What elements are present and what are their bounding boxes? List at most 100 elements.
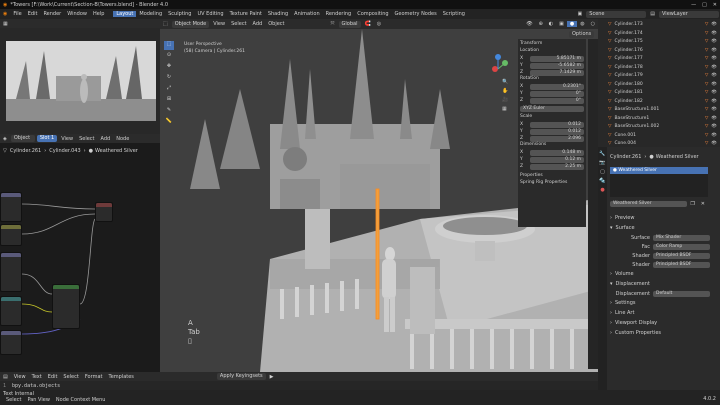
visibility-icon[interactable]: 👁	[711, 140, 717, 147]
outliner-item[interactable]: ▽ Cylinder.182 ▽ 👁	[598, 98, 720, 107]
property-value[interactable]: Principled BSDF	[653, 252, 710, 259]
rotate-tool-icon[interactable]: ↻	[164, 74, 174, 83]
visibility-icon[interactable]: 👁	[711, 132, 717, 141]
shader-node[interactable]	[0, 330, 22, 355]
outliner-item-name[interactable]: Cylinder.179	[614, 72, 642, 81]
workspace-tab[interactable]: Shading	[265, 11, 291, 17]
options-button[interactable]: Options	[569, 31, 595, 38]
section-line-art[interactable]: › Line Art	[610, 308, 718, 318]
material-tab-icon[interactable]: ●	[600, 187, 604, 193]
transform-orientation-icon[interactable]: ⤧	[328, 21, 338, 27]
text-menu-select[interactable]: Select	[60, 374, 81, 380]
property-value[interactable]: Mix Shader	[653, 234, 710, 241]
outliner-item[interactable]: ▽ Cylinder.175 ▽ 👁	[598, 38, 720, 47]
outliner-item-name[interactable]: Cylinder.181	[614, 89, 642, 98]
outliner-item[interactable]: ▽ Cylinder.174 ▽ 👁	[598, 30, 720, 39]
dimensions-x-field[interactable]: 0.148 m	[530, 149, 584, 156]
render-shading-icon[interactable]: ○	[588, 21, 598, 27]
location-y-field[interactable]: -5.6582 m	[530, 62, 584, 69]
perspective-toggle-icon[interactable]: ▦	[502, 106, 508, 112]
outliner-item[interactable]: ▽ Cone.001 ▽ 👁	[598, 132, 720, 141]
workspace-tab[interactable]: Modeling	[136, 11, 165, 17]
section-preview[interactable]: › Preview	[610, 213, 718, 223]
scale-tool-icon[interactable]: ⤢	[164, 85, 174, 94]
section-viewport-display[interactable]: › Viewport Display	[610, 318, 718, 328]
outliner-item-name[interactable]: BaseStructure1.001	[614, 106, 659, 115]
code-line[interactable]: bpy.data.objects	[9, 383, 63, 389]
visibility-icon[interactable]: 👁	[711, 21, 717, 30]
shader-node[interactable]	[0, 252, 22, 292]
minimize-icon[interactable]: —	[688, 2, 699, 8]
scale-y-field[interactable]: 0.012	[530, 128, 584, 135]
scale-x-field[interactable]: 0.012	[530, 121, 584, 128]
section-displacement[interactable]: ▾ Displacement	[610, 279, 718, 289]
text-menu-templates[interactable]: Templates	[105, 374, 136, 380]
snap-icon[interactable]: 🧲	[362, 21, 374, 27]
text-menu-edit[interactable]: Edit	[45, 374, 61, 380]
gizmo-icon[interactable]: ⊕	[536, 21, 546, 27]
outliner-item-name[interactable]: BaseStructure1.002	[614, 123, 659, 132]
mode-dropdown[interactable]: Object Mode	[171, 20, 210, 28]
outliner-item[interactable]: ▽ Cylinder.177 ▽ 👁	[598, 55, 720, 64]
text-menu-text[interactable]: Text	[29, 374, 45, 380]
dimensions-z-field[interactable]: 2.25 m	[530, 163, 584, 170]
outliner-item[interactable]: ▽ Cylinder.176 ▽ 👁	[598, 47, 720, 56]
viewport-menu-view[interactable]: View	[210, 21, 228, 27]
render-tab-icon[interactable]: 📷	[599, 160, 605, 166]
visibility-icon[interactable]: 👁	[711, 72, 717, 81]
outliner-item-name[interactable]: BaseStructure1	[614, 115, 649, 124]
scale-z-field[interactable]: 2.096	[530, 135, 584, 142]
outliner-item[interactable]: ▽ Cylinder.180 ▽ 👁	[598, 81, 720, 90]
rotation-y-field[interactable]: 0°	[530, 90, 584, 97]
visibility-icon[interactable]: 👁	[711, 106, 717, 115]
outliner-item-name[interactable]: Cylinder.178	[614, 64, 642, 73]
workspace-tab[interactable]: Texture Paint	[227, 11, 265, 17]
menu-render[interactable]: Render	[40, 11, 64, 17]
workspace-tab[interactable]: Sculpting	[165, 11, 194, 17]
visibility-icon[interactable]: 👁	[711, 89, 717, 98]
cursor-tool-icon[interactable]: ⊙	[164, 52, 174, 61]
section-surface[interactable]: ▾ Surface	[610, 223, 718, 233]
property-value[interactable]: Principled BSDF	[653, 261, 710, 268]
visibility-icon[interactable]: 👁	[523, 21, 535, 27]
outliner-item-name[interactable]: Cone.001	[614, 132, 636, 141]
pan-icon[interactable]: ✋	[502, 88, 508, 94]
outliner-item-name[interactable]: Cylinder.176	[614, 47, 642, 56]
section-label[interactable]: Volume	[615, 271, 634, 277]
visibility-icon[interactable]: 👁	[711, 47, 717, 56]
section-label[interactable]: Displacement	[616, 281, 650, 287]
transform-orientation-dropdown[interactable]: Global	[338, 20, 361, 28]
workspace-tab[interactable]: Rendering	[323, 11, 355, 17]
viewport-menu-add[interactable]: Add	[250, 21, 266, 27]
visibility-icon[interactable]: 👁	[711, 115, 717, 124]
visibility-icon[interactable]: 👁	[711, 30, 717, 39]
outliner-item[interactable]: ▽ Cylinder.181 ▽ 👁	[598, 89, 720, 98]
section-label[interactable]: Preview	[615, 215, 634, 221]
workspace-tab[interactable]: Layout	[113, 11, 137, 17]
rotation-mode-dropdown[interactable]: XYZ Euler	[520, 106, 584, 112]
menu-window[interactable]: Window	[64, 11, 90, 17]
select-tool-icon[interactable]: ⬚	[164, 41, 174, 50]
shader-node[interactable]	[52, 284, 80, 329]
apply-keyingsets-button[interactable]: Apply Keyingsets	[216, 373, 266, 380]
location-x-field[interactable]: 5.85171 m	[530, 55, 584, 62]
text-editor-icon[interactable]: ▤	[0, 374, 11, 380]
section-label[interactable]: Line Art	[615, 310, 634, 316]
outliner-item[interactable]: ▽ BaseStructure1.001 ▽ 👁	[598, 106, 720, 115]
3d-viewport[interactable]: ⬚ Object Mode View Select Add Object ⤧ Glob…	[160, 19, 598, 372]
outliner-item[interactable]: ▽ Cylinder.173 ▽ 👁	[598, 21, 720, 30]
outliner-item[interactable]: ▽ BaseStructure1 ▽ 👁	[598, 115, 720, 124]
view-layer-selector[interactable]: ViewLayer	[659, 10, 719, 18]
outliner-item[interactable]: ▽ Cone.004 ▽ 👁	[598, 140, 720, 147]
menu-file[interactable]: File	[10, 11, 24, 17]
unlink-material-icon[interactable]: ✕	[698, 201, 708, 207]
camera-view-icon[interactable]: 🎥	[502, 97, 508, 103]
visibility-icon[interactable]: 👁	[711, 81, 717, 90]
outliner-item-name[interactable]: Cylinder.177	[614, 55, 642, 64]
overlay-icon[interactable]: ◐	[546, 21, 556, 27]
visibility-icon[interactable]: 👁	[711, 64, 717, 73]
proportional-icon[interactable]: ◎	[374, 21, 384, 27]
outliner-item[interactable]: ▽ Cylinder.179 ▽ 👁	[598, 72, 720, 81]
duplicate-material-icon[interactable]: ❐	[687, 201, 697, 207]
blender-menu-icon[interactable]: ◉	[3, 11, 7, 17]
